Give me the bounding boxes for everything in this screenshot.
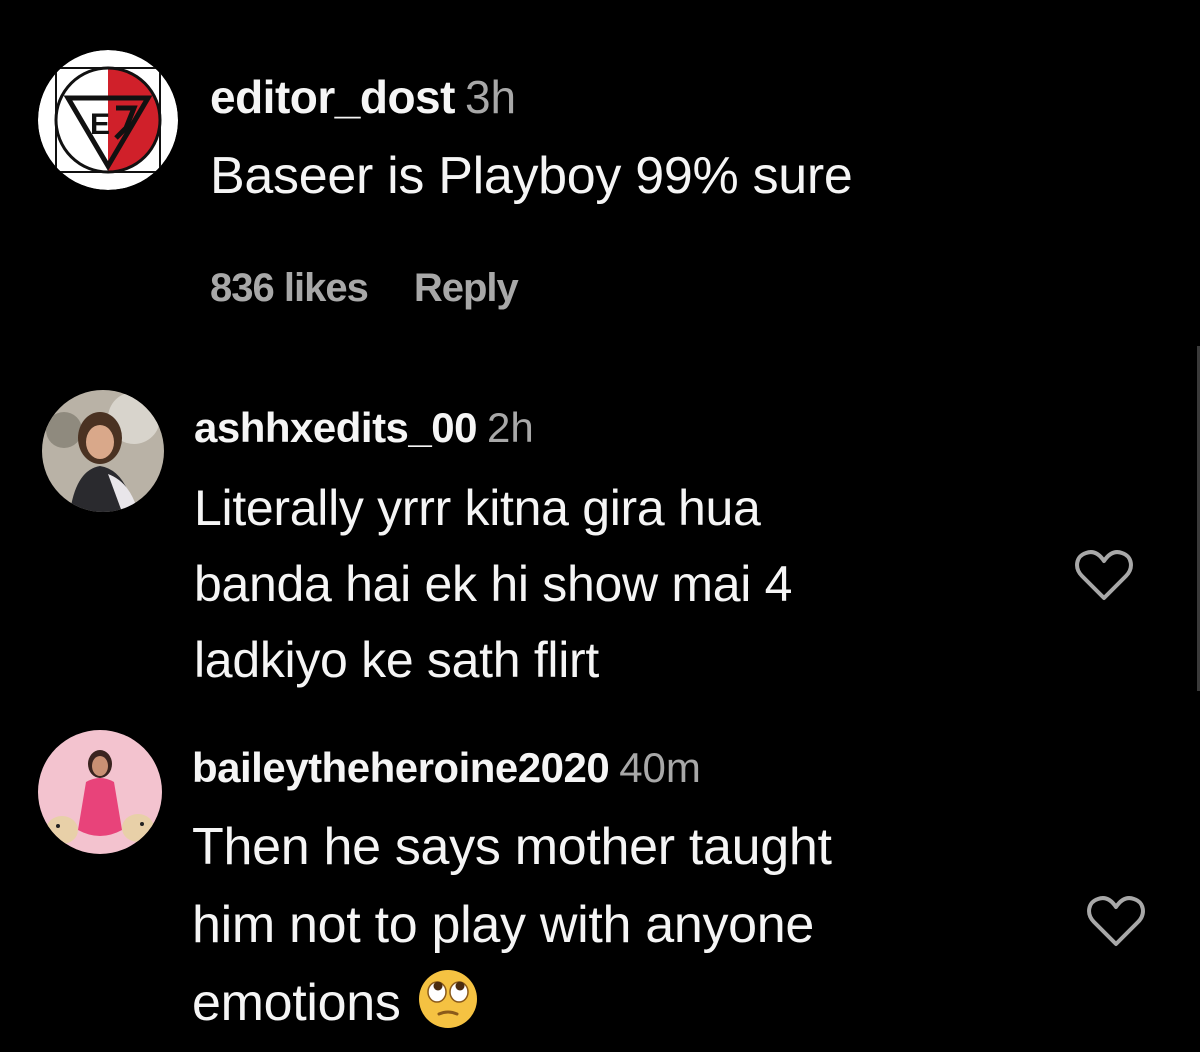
reply-button[interactable]: Reply bbox=[414, 266, 519, 310]
timestamp: 40m bbox=[619, 744, 701, 791]
svg-text:E: E bbox=[90, 108, 110, 141]
comment-line: Then he says mother taught bbox=[192, 818, 832, 876]
comment-text: Then he says mother taught him not to pl… bbox=[192, 808, 832, 1042]
comment-line: him not to play with anyone bbox=[192, 896, 815, 954]
face-with-rolling-eyes-emoji bbox=[417, 968, 479, 1030]
likes-count[interactable]: 836 likes bbox=[210, 266, 369, 310]
timestamp: 3h bbox=[464, 71, 517, 123]
comment-text: Literally yrrr kitna gira hua banda hai … bbox=[194, 470, 792, 698]
comment-line: emotions bbox=[192, 964, 832, 1042]
username[interactable]: ashhxedits_00 bbox=[194, 404, 478, 451]
username[interactable]: baileytheheroine2020 bbox=[192, 744, 610, 791]
comment-text: Baseer is Playboy 99% sure bbox=[210, 146, 853, 206]
heart-icon[interactable] bbox=[1074, 548, 1134, 602]
avatar-baileytheheroine2020[interactable] bbox=[38, 730, 162, 854]
avatar-ashhxedits[interactable] bbox=[42, 390, 164, 512]
comment-line: ladkiyo ke sath flirt bbox=[194, 632, 599, 688]
comment-line-text: emotions bbox=[192, 974, 401, 1032]
comment-header: editor_dost 3h bbox=[210, 70, 516, 124]
heart-icon[interactable] bbox=[1086, 894, 1146, 948]
timestamp: 2h bbox=[487, 404, 534, 451]
username[interactable]: editor_dost bbox=[210, 71, 455, 123]
comment-line: banda hai ek hi show mai 4 bbox=[194, 556, 793, 612]
comment-line: Literally yrrr kitna gira hua bbox=[194, 480, 761, 536]
comment-header: baileytheheroine2020 40m bbox=[192, 744, 701, 792]
comment-header: ashhxedits_00 2h bbox=[194, 404, 534, 452]
avatar-editor-dost[interactable]: E bbox=[38, 50, 178, 190]
comment-line: Baseer is Playboy 99% sure bbox=[210, 147, 853, 205]
comment-actions: 836 likes Reply bbox=[210, 266, 564, 311]
